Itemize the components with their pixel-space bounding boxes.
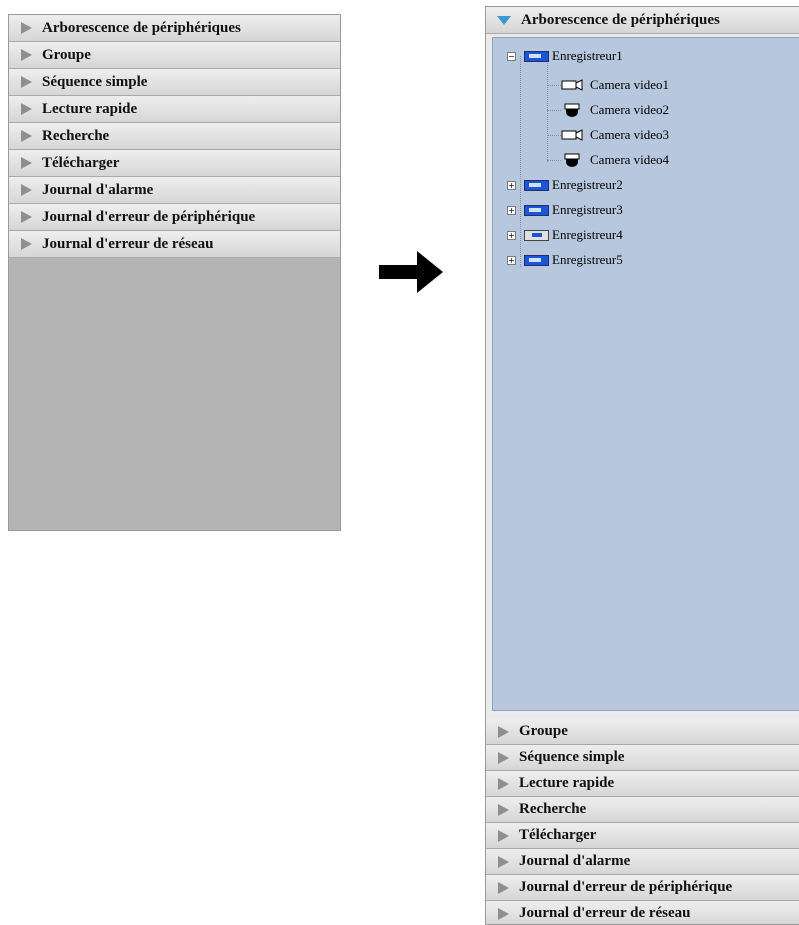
tree-node-recorder-1[interactable]: − Enregistreur1 (507, 45, 623, 67)
expand-triangle-icon (498, 803, 509, 816)
tree-node-recorder-4[interactable]: + Enregistreur4 (507, 224, 623, 246)
tree-node-camera-2[interactable]: Camera video2 (563, 99, 669, 121)
box-camera-icon (561, 129, 583, 141)
expand-triangle-icon (498, 907, 509, 920)
tree-connector-line (547, 160, 561, 161)
right-arrow-icon (379, 251, 443, 293)
expand-triangle-icon (498, 829, 509, 842)
collapse-triangle-icon (497, 15, 511, 25)
device-tree: − Enregistreur1 Camera video1 Camera vid… (492, 37, 799, 711)
expand-triangle-icon (498, 777, 509, 790)
right-header-network-error-log[interactable]: Journal d'erreur de réseau (486, 901, 799, 924)
tree-node-recorder-2[interactable]: + Enregistreur2 (507, 174, 623, 196)
expand-triangle-icon (498, 881, 509, 894)
header-label: Lecture rapide (519, 775, 615, 791)
left-header-simple-sequence[interactable]: Séquence simple (9, 69, 340, 96)
header-label: Journal d'erreur de périphérique (519, 879, 733, 895)
right-header-device-error-log[interactable]: Journal d'erreur de périphérique (486, 875, 799, 901)
expand-triangle-icon (21, 76, 32, 88)
tree-node-recorder-3[interactable]: + Enregistreur3 (507, 199, 623, 221)
tree-node-label: Enregistreur4 (552, 227, 623, 242)
right-header-search[interactable]: Recherche (486, 797, 799, 823)
recorder-icon (524, 229, 549, 241)
left-header-download[interactable]: Télécharger (9, 150, 340, 177)
collapse-node-icon[interactable]: − (507, 51, 516, 61)
tree-node-camera-3[interactable]: Camera video3 (561, 124, 669, 146)
header-label: Groupe (42, 46, 91, 63)
header-label: Journal d'alarme (519, 853, 631, 869)
header-label: Arborescence de périphériques (42, 19, 241, 36)
right-header-download[interactable]: Télécharger (486, 823, 799, 849)
header-label: Journal d'erreur de réseau (42, 235, 214, 252)
header-label: Journal d'erreur de réseau (519, 905, 691, 921)
header-label: Séquence simple (42, 73, 148, 90)
tree-node-label: Enregistreur2 (552, 177, 623, 192)
left-header-alarm-log[interactable]: Journal d'alarme (9, 177, 340, 204)
right-header-alarm-log[interactable]: Journal d'alarme (486, 849, 799, 875)
header-label: Arborescence de périphériques (521, 11, 720, 28)
tree-connector-line (547, 60, 548, 162)
box-camera-icon (561, 79, 583, 91)
header-label: Lecture rapide (42, 100, 138, 117)
tree-node-camera-1[interactable]: Camera video1 (561, 74, 669, 96)
recorder-icon (524, 254, 549, 266)
expand-triangle-icon (21, 22, 32, 34)
tree-node-label: Camera video1 (590, 77, 670, 92)
expand-triangle-icon (21, 130, 32, 142)
expand-triangle-icon (21, 103, 32, 115)
dome-camera-icon (564, 103, 580, 117)
left-header-search[interactable]: Recherche (9, 123, 340, 150)
tree-node-label: Camera video3 (590, 127, 670, 142)
left-header-network-error-log[interactable]: Journal d'erreur de réseau (9, 231, 340, 258)
recorder-icon (524, 204, 549, 216)
collapsed-headers: Groupe Séquence simple Lecture rapide Re… (486, 719, 799, 924)
header-label: Journal d'erreur de périphérique (42, 208, 256, 225)
expand-triangle-icon (498, 855, 509, 868)
expand-triangle-icon (21, 157, 32, 169)
right-header-quick-playback[interactable]: Lecture rapide (486, 771, 799, 797)
expand-node-icon[interactable]: + (507, 205, 516, 215)
tree-node-label: Camera video4 (590, 152, 670, 167)
expand-triangle-icon (21, 238, 32, 250)
tree-connector-line (547, 135, 561, 136)
left-header-quick-playback[interactable]: Lecture rapide (9, 96, 340, 123)
left-header-device-error-log[interactable]: Journal d'erreur de périphérique (9, 204, 340, 231)
expand-node-icon[interactable]: + (507, 230, 516, 240)
left-header-device-tree[interactable]: Arborescence de périphériques (9, 15, 340, 42)
recorder-icon (524, 179, 549, 191)
header-label: Groupe (519, 723, 568, 739)
header-label: Recherche (42, 127, 110, 144)
tree-node-label: Enregistreur3 (552, 202, 623, 217)
header-label: Télécharger (519, 827, 597, 843)
recorder-icon (524, 50, 549, 62)
right-accordion-panel: Arborescence de périphériques − Enregist… (485, 6, 799, 925)
left-header-group[interactable]: Groupe (9, 42, 340, 69)
header-label: Télécharger (42, 154, 120, 171)
left-accordion-panel: Arborescence de périphériques Groupe Séq… (8, 14, 341, 531)
tree-node-label: Camera video2 (590, 102, 670, 117)
header-label: Séquence simple (519, 749, 625, 765)
expand-triangle-icon (21, 49, 32, 61)
expand-triangle-icon (498, 725, 509, 738)
expand-node-icon[interactable]: + (507, 180, 516, 190)
tree-node-label: Enregistreur1 (552, 48, 623, 63)
right-header-device-tree[interactable]: Arborescence de périphériques (486, 7, 799, 34)
tree-connector-line (547, 110, 561, 111)
expand-triangle-icon (21, 184, 32, 196)
expand-triangle-icon (498, 751, 509, 764)
expand-node-icon[interactable]: + (507, 255, 516, 265)
right-header-simple-sequence[interactable]: Séquence simple (486, 745, 799, 771)
tree-node-recorder-5[interactable]: + Enregistreur5 (507, 249, 623, 271)
tree-node-camera-4[interactable]: Camera video4 (563, 149, 669, 171)
right-header-group[interactable]: Groupe (486, 719, 799, 745)
header-label: Journal d'alarme (42, 181, 154, 198)
expand-triangle-icon (21, 211, 32, 223)
tree-node-label: Enregistreur5 (552, 252, 623, 267)
dome-camera-icon (564, 153, 580, 167)
tree-connector-line (547, 85, 561, 86)
header-label: Recherche (519, 801, 587, 817)
